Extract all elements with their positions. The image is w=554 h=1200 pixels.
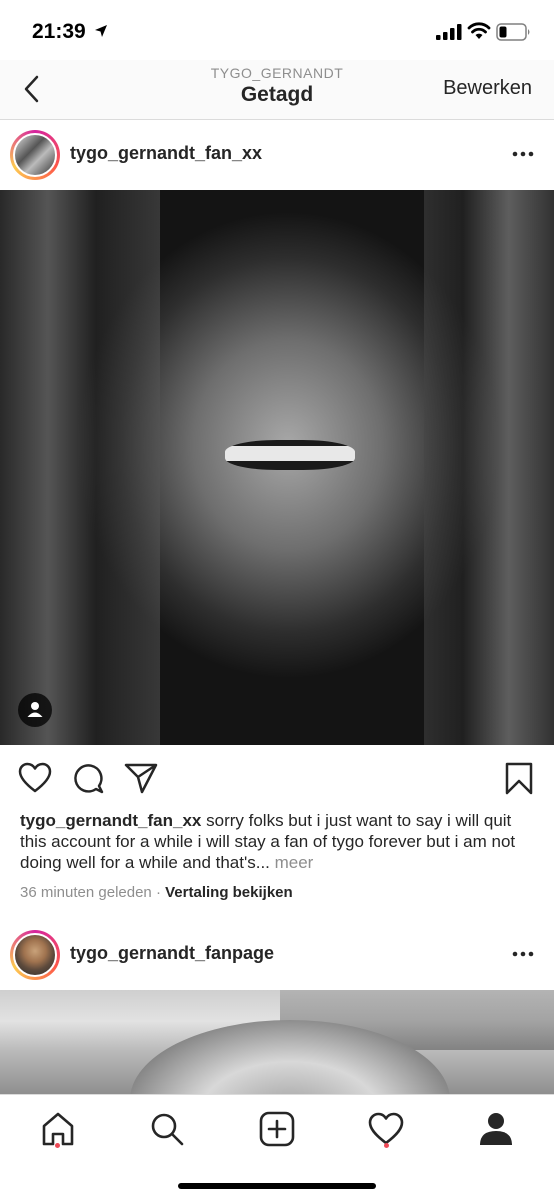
- more-options-icon[interactable]: [512, 942, 534, 966]
- post-timestamp: 36 minuten geleden: [20, 884, 152, 901]
- avatar[interactable]: [13, 133, 57, 177]
- avatar[interactable]: [13, 933, 57, 977]
- comment-icon[interactable]: [72, 762, 104, 794]
- heart-icon[interactable]: [18, 762, 52, 794]
- tagged-user-button[interactable]: [18, 693, 52, 727]
- post-meta: 36 minuten geleden · Vertaling bekijken: [20, 884, 293, 901]
- post-header: tygo_gernandt_fan_xx: [0, 120, 554, 190]
- battery-icon: [496, 23, 530, 41]
- home-notification-dot: [55, 1143, 60, 1148]
- wifi-icon: [467, 22, 491, 39]
- post-actions: [0, 745, 554, 807]
- status-bar: 21:39: [0, 0, 554, 60]
- photo-detail: [225, 440, 355, 470]
- post-photo[interactable]: [0, 190, 554, 745]
- post-username[interactable]: tygo_gernandt_fan_xx: [70, 143, 262, 164]
- post-username[interactable]: tygo_gernandt_fanpage: [70, 943, 274, 964]
- post-header: tygo_gernandt_fanpage: [0, 920, 554, 990]
- post-photo[interactable]: [0, 990, 554, 1094]
- profile-icon[interactable]: [476, 1109, 516, 1149]
- edit-button[interactable]: Bewerken: [443, 77, 532, 100]
- share-icon[interactable]: [124, 762, 158, 794]
- caption-more-link[interactable]: meer: [270, 853, 314, 872]
- photo-shade-right: [424, 190, 554, 745]
- nav-header: TYGO_GERNANDT Getagd Bewerken: [0, 60, 554, 120]
- cellular-signal-icon: [436, 24, 462, 40]
- story-ring[interactable]: [10, 930, 60, 980]
- location-arrow-icon: [95, 25, 107, 37]
- bookmark-icon[interactable]: [504, 762, 534, 796]
- status-time: 21:39: [32, 20, 86, 43]
- more-options-icon[interactable]: [512, 142, 534, 166]
- search-icon[interactable]: [147, 1109, 187, 1149]
- post-caption: tygo_gernandt_fan_xx sorry folks but i j…: [20, 810, 540, 873]
- tagged-user-icon: [27, 702, 43, 717]
- caption-username[interactable]: tygo_gernandt_fan_xx: [20, 811, 201, 830]
- photo-shade-left: [0, 190, 160, 745]
- activity-notification-dot: [384, 1143, 389, 1148]
- new-post-icon[interactable]: [257, 1109, 297, 1149]
- home-indicator: [178, 1183, 376, 1189]
- story-ring[interactable]: [10, 130, 60, 180]
- meta-separator: ·: [151, 884, 166, 901]
- translate-link[interactable]: Vertaling bekijken: [165, 884, 293, 901]
